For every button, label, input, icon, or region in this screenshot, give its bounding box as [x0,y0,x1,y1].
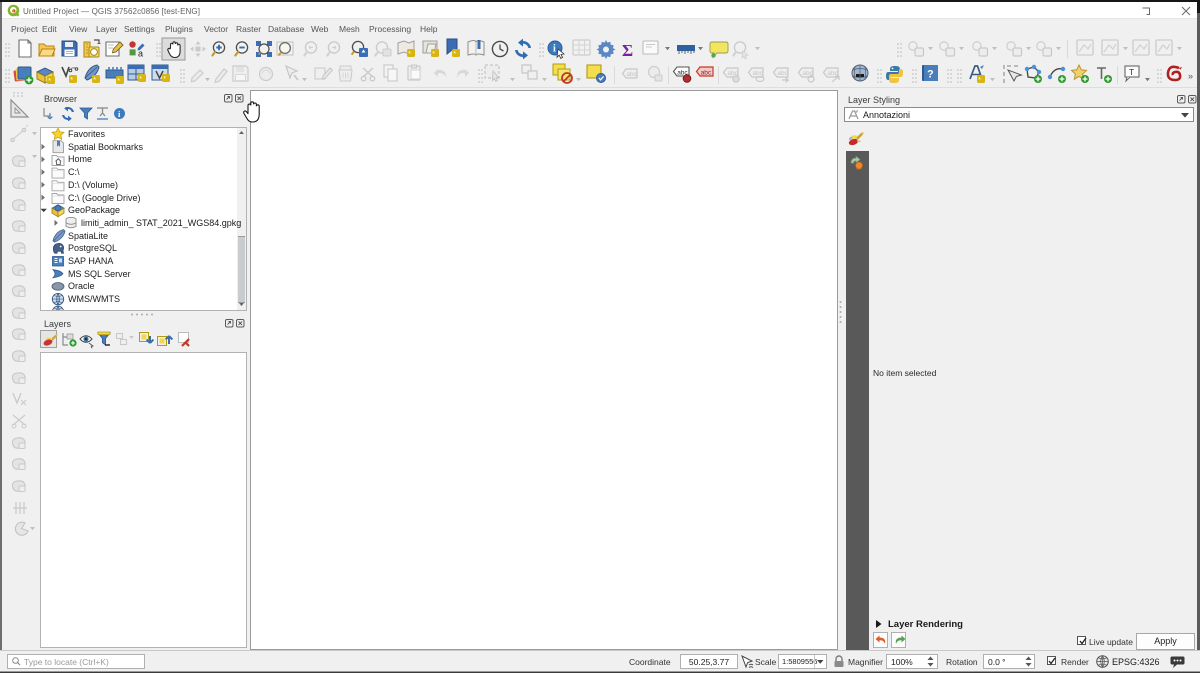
svg-text:Σ: Σ [622,41,633,60]
svg-text:abc: abc [701,69,712,76]
svg-text:i: i [553,44,556,55]
svg-text:?: ? [927,69,934,81]
svg-text:a: a [138,49,143,59]
svg-text:T: T [1129,67,1134,77]
svg-text:»: » [1188,71,1193,81]
